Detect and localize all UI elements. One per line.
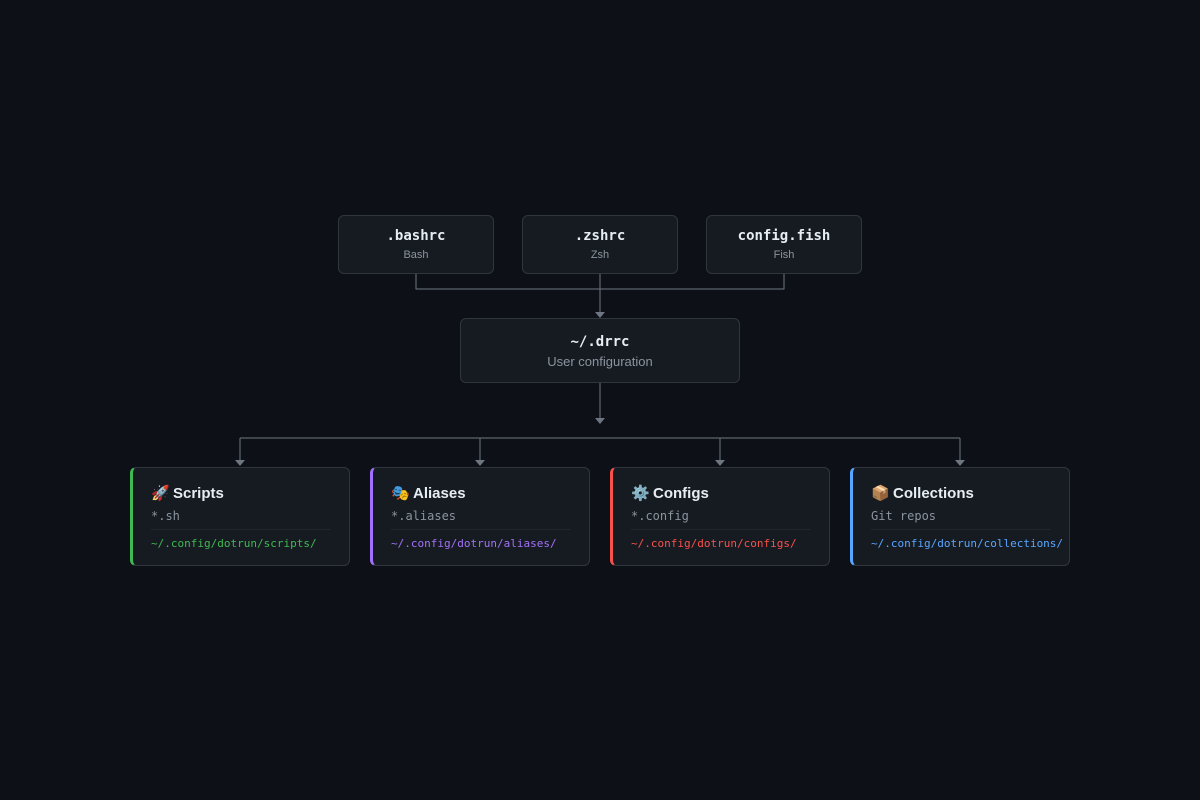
rocket-icon: 🚀 (151, 485, 170, 502)
arrow-to-collections (955, 460, 965, 466)
card-pattern: Git repos (871, 509, 937, 523)
shell-merge-line (415, 274, 785, 290)
card-collections: 📦 Collections Git repos ~/.config/dotrun… (850, 467, 1070, 566)
arrow-to-configs (715, 460, 725, 466)
arrow-to-split (595, 418, 605, 424)
card-name: Configs (653, 485, 709, 502)
node-file: ~/.drrc (570, 333, 630, 350)
node-label: Fish (773, 249, 795, 261)
card-path: ~/.config/dotrun/scripts/ (151, 537, 317, 550)
card-name: Collections (893, 485, 974, 502)
node-drrc: ~/.drrc User configuration (460, 318, 740, 383)
card-aliases: 🎭 Aliases *.aliases ~/.config/dotrun/ali… (370, 467, 590, 566)
card-path: ~/.config/dotrun/collections/ (871, 537, 1064, 550)
node-bashrc: .bashrc Bash (338, 215, 494, 274)
node-file: config.fish (737, 228, 831, 244)
node-zshrc: .zshrc Zsh (522, 215, 678, 274)
node-file: .bashrc (386, 228, 446, 244)
card-path: ~/.config/dotrun/configs/ (631, 537, 797, 550)
card-divider (391, 529, 571, 530)
node-label: User configuration (547, 353, 653, 369)
card-pattern: *.aliases (391, 509, 457, 523)
card-scripts: 🚀 Scripts *.sh ~/.config/dotrun/scripts/ (130, 467, 350, 566)
arrow-to-aliases (475, 460, 485, 466)
card-configs: ⚙️ Configs *.config ~/.config/dotrun/con… (610, 467, 830, 566)
config-flow-diagram: .bashrc Bash .zshrc Zsh config.fish Fish… (0, 0, 1200, 800)
arrow-to-scripts (235, 460, 245, 466)
theater-masks-icon: 🎭 (391, 485, 410, 502)
card-divider (151, 529, 331, 530)
node-config-fish: config.fish Fish (706, 215, 862, 274)
node-file: .zshrc (574, 228, 626, 244)
card-path: ~/.config/dotrun/aliases/ (391, 537, 557, 550)
node-label: Zsh (590, 249, 610, 261)
card-divider (631, 529, 811, 530)
node-label: Bash (403, 249, 429, 261)
package-icon: 📦 (871, 485, 890, 502)
card-name: Aliases (413, 485, 466, 502)
gear-icon: ⚙️ (631, 485, 650, 502)
card-divider (871, 529, 1051, 530)
connector-lines (235, 274, 965, 466)
card-pattern: *.config (631, 509, 689, 523)
card-name: Scripts (173, 485, 224, 502)
card-pattern: *.sh (151, 509, 180, 523)
